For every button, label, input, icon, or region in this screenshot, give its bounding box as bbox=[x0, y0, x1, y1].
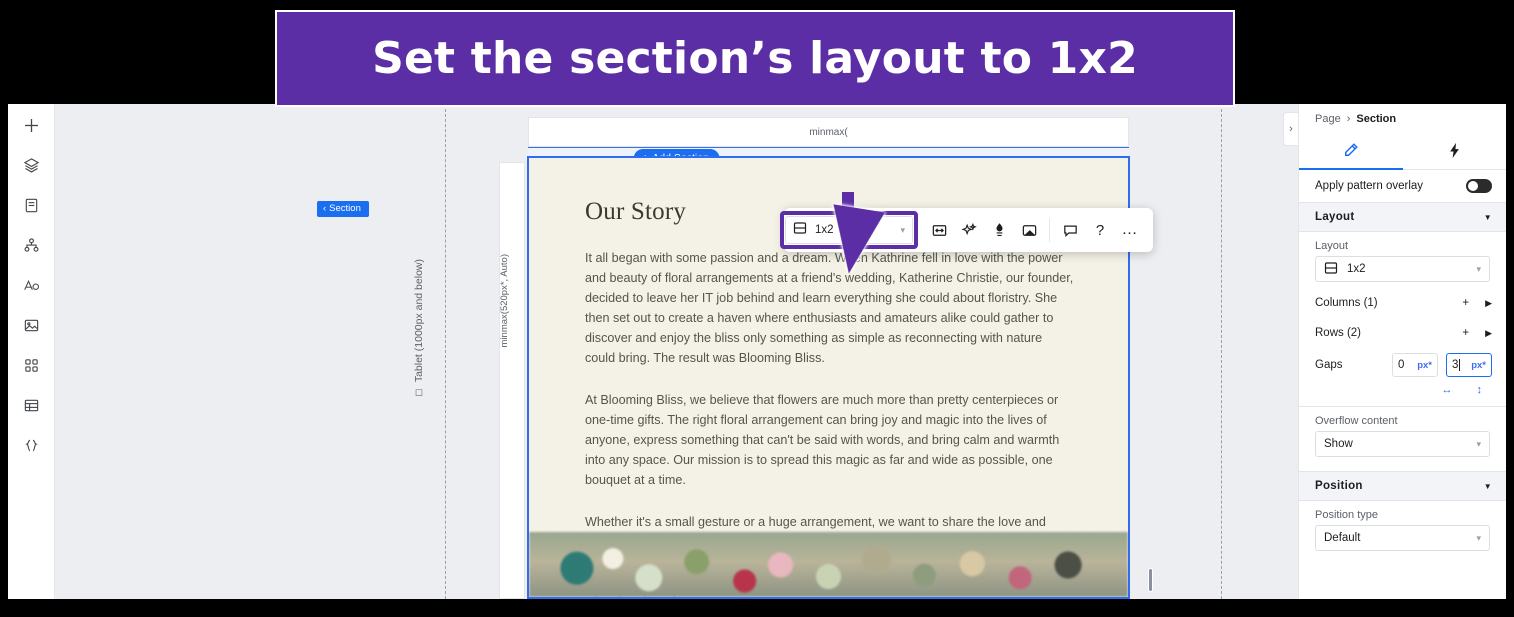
gap-row-unit: px* bbox=[1471, 359, 1486, 371]
position-section-header[interactable]: Position ▼ bbox=[1299, 471, 1506, 501]
left-toolbar bbox=[8, 104, 55, 599]
position-type-value: Default bbox=[1324, 532, 1361, 544]
overflow-label: Overflow content bbox=[1315, 415, 1398, 427]
section-resize-handle[interactable] bbox=[1148, 568, 1153, 592]
more-icon[interactable]: … bbox=[1115, 215, 1145, 245]
layers-icon[interactable] bbox=[18, 152, 44, 178]
overflow-value: Show bbox=[1324, 438, 1353, 450]
expand-rows-icon[interactable]: ▶ bbox=[1485, 328, 1492, 339]
chevron-down-icon: ▾ bbox=[1476, 263, 1481, 274]
breadcrumb-separator: › bbox=[1346, 113, 1351, 125]
breakpoint-guide-right bbox=[1221, 104, 1222, 599]
rows-label: Rows (2) bbox=[1315, 327, 1362, 339]
code-icon[interactable] bbox=[18, 432, 44, 458]
position-section-title: Position bbox=[1315, 480, 1363, 492]
breakpoint-label-text: Tablet (1000px and below) bbox=[413, 259, 425, 383]
background-icon[interactable] bbox=[1014, 215, 1044, 245]
lightning-icon bbox=[1445, 141, 1464, 163]
layout-dropdown[interactable]: 1x2 ▾ bbox=[1315, 256, 1490, 282]
pages-icon[interactable] bbox=[18, 192, 44, 218]
pattern-overlay-label: Apply pattern overlay bbox=[1315, 180, 1424, 192]
text-cursor bbox=[1459, 359, 1461, 371]
layout-grid-icon bbox=[1324, 261, 1338, 278]
layout-section-title: Layout bbox=[1315, 211, 1355, 223]
breakpoint-guide-left bbox=[445, 104, 446, 599]
canvas-area: ◻ Tablet (1000px and below) minmax(520px… bbox=[55, 104, 1298, 599]
brush-icon bbox=[1341, 141, 1360, 163]
gap-column-unit: px* bbox=[1417, 359, 1432, 371]
gap-row-value: 3 bbox=[1452, 359, 1459, 371]
columns-row: Columns (1) + ▶ bbox=[1299, 288, 1506, 318]
panel-collapse-button[interactable]: › bbox=[1283, 112, 1298, 146]
comment-icon[interactable] bbox=[1055, 215, 1085, 245]
pattern-overlay-row: Apply pattern overlay bbox=[1299, 170, 1506, 202]
gap-column-value: 0 bbox=[1398, 359, 1405, 371]
add-column-icon[interactable]: + bbox=[1462, 297, 1469, 309]
rows-row: Rows (2) + ▶ bbox=[1299, 318, 1506, 348]
breadcrumb: Page › Section bbox=[1299, 104, 1506, 134]
layout-section-header[interactable]: Layout ▼ bbox=[1299, 202, 1506, 232]
tab-design[interactable] bbox=[1299, 134, 1403, 170]
gap-axis-icons: ↔ ↕ bbox=[1299, 382, 1506, 402]
story-paragraph-2: At Blooming Bliss, we believe that flowe… bbox=[585, 393, 1060, 487]
apps-icon[interactable] bbox=[18, 352, 44, 378]
tab-interactions[interactable] bbox=[1403, 134, 1507, 169]
more-label: … bbox=[1121, 221, 1139, 238]
pointer-arrow bbox=[823, 204, 885, 278]
add-icon[interactable] bbox=[18, 112, 44, 138]
columns-label: Columns (1) bbox=[1315, 297, 1378, 309]
layout-field-label: Layout bbox=[1315, 240, 1349, 252]
typography-icon[interactable] bbox=[18, 272, 44, 298]
gap-horizontal-icon: ↔ bbox=[1441, 384, 1453, 396]
app-window: ◻ Tablet (1000px and below) minmax(520px… bbox=[8, 104, 1506, 599]
section-badge-label: Section bbox=[329, 203, 361, 214]
instruction-banner-text: Set the section’s layout to 1x2 bbox=[372, 33, 1138, 84]
gaps-label: Gaps bbox=[1315, 359, 1343, 371]
chevron-down-icon: ▼ bbox=[1483, 212, 1492, 222]
fit-width-icon[interactable] bbox=[924, 215, 954, 245]
instruction-banner: Set the section’s layout to 1x2 bbox=[275, 10, 1235, 107]
gap-column-input[interactable]: 0 px* bbox=[1392, 353, 1438, 377]
pattern-overlay-toggle[interactable] bbox=[1466, 179, 1492, 193]
expand-columns-icon[interactable]: ▶ bbox=[1485, 298, 1492, 309]
inspector-tabs bbox=[1299, 134, 1506, 170]
floral-photo bbox=[529, 532, 1128, 597]
add-row-icon[interactable]: + bbox=[1462, 327, 1469, 339]
position-type-label: Position type bbox=[1315, 509, 1378, 521]
chevron-left-icon: ‹ bbox=[323, 203, 327, 214]
sitemap-icon[interactable] bbox=[18, 232, 44, 258]
animation-icon[interactable] bbox=[984, 215, 1014, 245]
gaps-row: Gaps 0 px* 3 px* bbox=[1299, 348, 1506, 382]
breakpoint-label: ◻ Tablet (1000px and below) bbox=[413, 259, 425, 398]
help-icon[interactable]: ? bbox=[1085, 215, 1115, 245]
tablet-icon: ◻ bbox=[413, 387, 425, 399]
gap-vertical-icon: ↕ bbox=[1476, 384, 1483, 396]
layout-dropdown-value: 1x2 bbox=[1347, 263, 1366, 275]
chevron-down-icon: ▾ bbox=[1476, 438, 1481, 449]
column-track-label: minmax(520px*, Auto) bbox=[499, 254, 510, 348]
toolbar-divider bbox=[1049, 218, 1050, 242]
breadcrumb-parent[interactable]: Page bbox=[1315, 113, 1341, 125]
chevron-down-icon: ▾ bbox=[900, 224, 905, 235]
chevron-right-icon: › bbox=[1289, 123, 1293, 135]
overflow-dropdown[interactable]: Show ▾ bbox=[1315, 431, 1490, 457]
section-selection-badge[interactable]: ‹ Section bbox=[317, 201, 369, 217]
breadcrumb-current: Section bbox=[1356, 113, 1397, 125]
chevron-down-icon: ▾ bbox=[1476, 532, 1481, 543]
help-label: ? bbox=[1095, 221, 1105, 239]
column-track-guide[interactable] bbox=[499, 162, 525, 599]
chevron-down-icon: ▼ bbox=[1483, 481, 1492, 491]
gap-row-input[interactable]: 3 px* bbox=[1446, 353, 1492, 377]
layout-grid-icon bbox=[793, 221, 807, 240]
position-type-dropdown[interactable]: Default ▾ bbox=[1315, 525, 1490, 551]
media-icon[interactable] bbox=[18, 312, 44, 338]
page-track-strip: minmax( bbox=[528, 117, 1129, 147]
cms-icon[interactable] bbox=[18, 392, 44, 418]
inspector-panel: › Page › Section Apply pattern overlay L… bbox=[1283, 104, 1506, 599]
ai-sparkle-icon[interactable] bbox=[954, 215, 984, 245]
page-track-label: minmax( bbox=[809, 126, 848, 138]
